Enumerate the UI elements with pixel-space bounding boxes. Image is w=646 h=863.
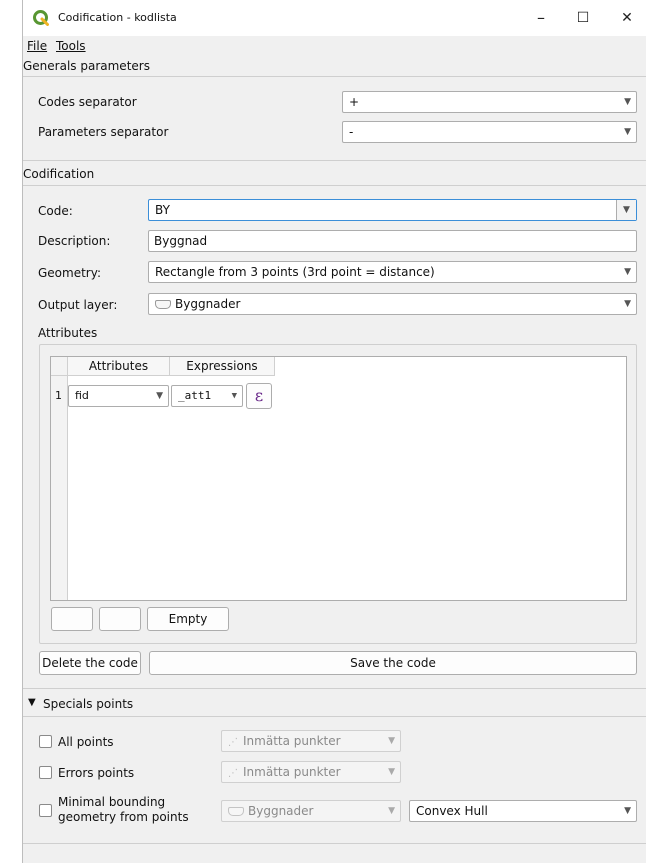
output-layer-combo[interactable]: Byggnader ▼	[148, 293, 637, 315]
window-title: Codification - kodlista	[58, 11, 177, 24]
polygon-layer-icon	[155, 300, 171, 309]
params-separator-combo[interactable]: - ▼	[342, 121, 637, 143]
qgis-logo-icon	[33, 10, 49, 26]
minimal-bounding-label-line2: geometry from points	[58, 810, 189, 824]
menu-tools[interactable]: Tools	[56, 39, 86, 53]
errors-points-label: Errors points	[58, 766, 135, 780]
code-value: BY	[155, 203, 170, 217]
minimal-bounding-label-line1: Minimal bounding	[58, 795, 166, 809]
menu-tools-label: Tools	[56, 39, 86, 53]
divider	[23, 716, 646, 717]
chevron-down-icon: ▼	[624, 267, 631, 277]
column-header-expressions[interactable]: Expressions	[170, 357, 275, 376]
row-header-column	[51, 376, 68, 600]
generals-header: Generals parameters	[23, 59, 150, 73]
codes-separator-value: +	[349, 95, 360, 109]
divider	[23, 76, 646, 77]
expression-combo[interactable]: _att1 ▼	[171, 385, 243, 407]
chevron-down-icon: ▼	[624, 127, 631, 137]
description-label: Description:	[38, 234, 111, 248]
row-index: 1	[55, 389, 62, 402]
chevron-down-icon: ▼	[388, 806, 395, 816]
maximize-button[interactable]: ☐	[573, 8, 593, 28]
main-window: Codification - kodlista – ☐ ✕ File Tools…	[22, 0, 646, 863]
delete-code-button[interactable]: Delete the code	[39, 651, 141, 675]
expression-value: _att1	[178, 389, 212, 402]
chevron-down-icon: ▼	[624, 299, 631, 309]
table-corner	[51, 357, 68, 376]
all-points-layer-combo[interactable]: ⋰ Inmätta punkter ▼	[221, 730, 401, 752]
code-label: Code:	[38, 204, 73, 218]
geometry-label: Geometry:	[38, 266, 102, 280]
add-row-button[interactable]	[51, 607, 93, 631]
divider	[23, 160, 646, 161]
save-code-button[interactable]: Save the code	[149, 651, 637, 675]
all-points-label: All points	[58, 735, 114, 749]
specials-header[interactable]: Specials points	[43, 697, 133, 711]
polygon-layer-icon	[228, 807, 244, 816]
column-header-attributes[interactable]: Attributes	[68, 357, 170, 376]
chevron-down-icon[interactable]: ▼	[616, 200, 636, 220]
all-points-checkbox[interactable]	[39, 735, 52, 748]
chevron-down-icon: ▼	[624, 97, 631, 107]
divider	[23, 688, 646, 689]
minimal-method-combo[interactable]: Convex Hull ▼	[409, 800, 637, 822]
point-layer-icon: ⋰	[228, 768, 238, 779]
minimal-method-value: Convex Hull	[416, 804, 488, 818]
attribute-field-combo[interactable]: fid ▼	[68, 385, 169, 407]
chevron-down-icon: ▼	[156, 391, 163, 401]
params-separator-label: Parameters separator	[38, 125, 169, 139]
chevron-down-icon: ▼	[388, 736, 395, 746]
divider	[23, 185, 646, 186]
menu-file-label: File	[27, 39, 48, 53]
chevron-down-icon: ▼	[388, 767, 395, 777]
attribute-field-value: fid	[75, 389, 89, 402]
all-points-layer-value: Inmätta punkter	[243, 734, 341, 748]
menu-file[interactable]: File	[27, 39, 47, 53]
chevron-down-icon: ▼	[624, 806, 631, 816]
close-button[interactable]: ✕	[617, 8, 637, 28]
output-layer-value: Byggnader	[175, 297, 241, 311]
epsilon-icon[interactable]: ε	[246, 383, 272, 409]
output-layer-label: Output layer:	[38, 298, 118, 312]
divider	[23, 843, 646, 844]
remove-row-button[interactable]	[99, 607, 141, 631]
chevron-down-icon: ▼	[231, 391, 237, 401]
geometry-value: Rectangle from 3 points (3rd point = dis…	[155, 265, 435, 279]
minimal-bounding-checkbox[interactable]	[39, 804, 52, 817]
codes-separator-combo[interactable]: + ▼	[342, 91, 637, 113]
geometry-combo[interactable]: Rectangle from 3 points (3rd point = dis…	[148, 261, 637, 283]
errors-points-checkbox[interactable]	[39, 766, 52, 779]
triangle-down-icon[interactable]: ▼	[28, 697, 36, 708]
codification-header: Codification	[23, 167, 95, 181]
menu-bar: File Tools	[23, 36, 646, 56]
codes-separator-label: Codes separator	[38, 95, 137, 109]
errors-points-layer-combo[interactable]: ⋰ Inmätta punkter ▼	[221, 761, 401, 783]
minimize-button[interactable]: –	[531, 8, 551, 28]
code-combo[interactable]: BY ▼	[148, 199, 637, 221]
minimal-layer-value: Byggnader	[248, 804, 314, 818]
empty-button[interactable]: Empty	[147, 607, 229, 631]
minimal-layer-combo[interactable]: Byggnader ▼	[221, 800, 401, 822]
description-input[interactable]: Byggnad	[148, 230, 637, 252]
errors-points-layer-value: Inmätta punkter	[243, 765, 341, 779]
params-separator-value: -	[349, 125, 354, 139]
title-bar: Codification - kodlista – ☐ ✕	[23, 0, 646, 36]
attributes-header: Attributes	[38, 326, 98, 340]
point-layer-icon: ⋰	[228, 737, 238, 748]
